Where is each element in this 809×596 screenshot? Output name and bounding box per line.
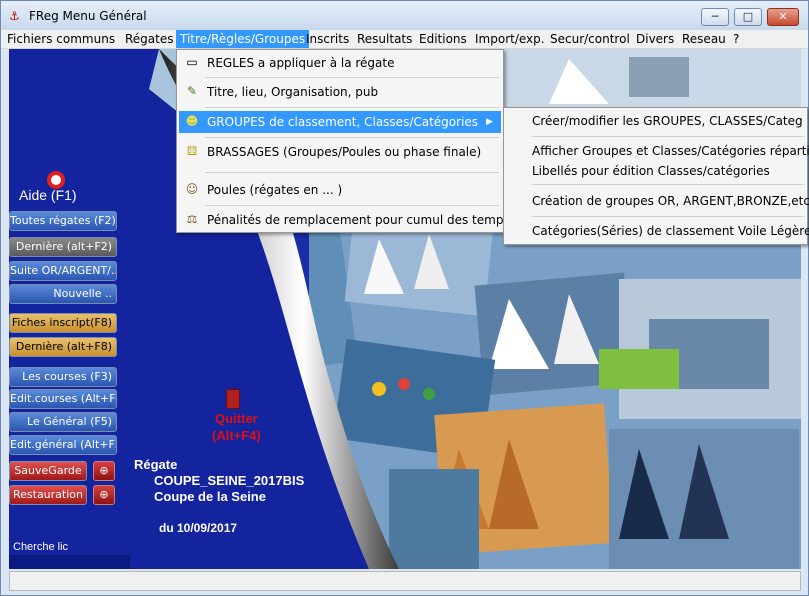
menu-separator [205,77,499,78]
menu-item-label: Poules (régates en ... ) [207,183,343,197]
menu-item-groupes[interactable]: ☻ GROUPES de classement, Classes/Catégor… [179,111,501,133]
close-button[interactable]: ✕ [767,8,799,26]
toutes-regates-button[interactable]: Toutes régates (F2) [9,211,117,231]
lifebuoy-small-icon[interactable]: ⊕ [93,461,115,481]
status-bar [9,571,801,591]
submenu-item-libelles[interactable]: Libellés pour édition Classes/catégories [532,164,770,178]
menu-reseau[interactable]: Reseau [682,32,726,46]
submenu-item-afficher-groupes[interactable]: Afficher Groupes et Classes/Catégories r… [532,144,809,158]
poules-icon: ☺ [185,182,199,196]
menu-editions[interactable]: Editions [419,32,467,46]
quit-button[interactable]: Quitter (Alt+F4) [209,389,269,447]
menu-item-label: Titre, lieu, Organisation, pub [207,85,379,99]
menu-resultats[interactable]: Resultats [357,32,412,46]
titre-regles-groupes-dropdown: ▭ REGLES a appliquer à la régate ✎ Titre… [176,49,510,233]
menu-secur-control[interactable]: Secur/control [550,32,630,46]
rules-icon: ▭ [186,55,198,69]
menu-item-label: BRASSAGES (Groupes/Poules ou phase final… [207,145,482,159]
menu-bar: Fichiers communs Régates Titre/Règles/Gr… [1,30,808,49]
fiches-inscript-button[interactable]: Fiches inscript(F8) [9,313,117,333]
menu-item-poules[interactable]: ☺ Poules (régates en ... ) [179,179,501,201]
sailboat-app-icon: ⚓ [9,9,20,23]
suite-or-argent-button[interactable]: Suite OR/ARGENT/.. [9,261,117,281]
main-window: ⚓ FReg Menu Général ─ □ ✕ Fichiers commu… [0,0,809,596]
menu-fichiers-communs[interactable]: Fichiers communs [7,32,115,46]
les-courses-button[interactable]: Les courses (F3) [9,367,117,387]
regatta-code: COUPE_SEINE_2017BIS [154,473,305,488]
menu-separator [532,136,804,137]
quit-icon [226,389,240,409]
pencil-icon: ✎ [186,84,198,98]
submenu-item-creer-groupes[interactable]: Créer/modifier les GROUPES, CLASSES/Cate… [532,114,803,128]
menu-inscrits[interactable]: Inscrits [306,32,349,46]
menu-separator [205,137,499,138]
groupes-submenu: Créer/modifier les GROUPES, CLASSES/Cate… [503,107,809,245]
submenu-item-groupes-or-argent[interactable]: Création de groupes OR, ARGENT,BRONZE,et… [532,194,809,208]
lifebuoy-small-icon[interactable]: ⊕ [93,485,115,505]
menu-separator [532,216,804,217]
maximize-button[interactable]: □ [734,8,762,26]
menu-separator [205,107,499,108]
nouvelle-button[interactable]: Nouvelle .. [9,284,117,304]
sauvegarde-button[interactable]: SauveGarde [9,461,87,481]
menu-regates[interactable]: Régates [125,32,174,46]
menu-item-penalites[interactable]: ⚖ Pénalités de remplacement pour cumul d… [179,209,510,231]
menu-item-label: REGLES a appliquer à la régate [207,56,395,70]
help-area[interactable]: Aide (F1) [17,171,97,205]
help-label: Aide (F1) [19,187,77,203]
restauration-button[interactable]: Restauration [9,485,87,505]
menu-item-label: GROUPES de classement, Classes/Catégorie… [207,115,479,129]
menu-separator [205,172,499,173]
menu-item-regles[interactable]: ▭ REGLES a appliquer à la régate [179,52,501,74]
menu-separator [532,184,804,185]
menu-item-titre-lieu[interactable]: ✎ Titre, lieu, Organisation, pub [179,81,501,103]
edit-courses-button[interactable]: Edit.courses (Alt+F3) [9,389,117,409]
menu-import-exp[interactable]: Import/exp. [475,32,545,46]
regatta-heading: Régate [134,457,178,472]
menu-item-brassages[interactable]: ⚄ BRASSAGES (Groupes/Poules ou phase fin… [179,141,501,163]
edit-general-button[interactable]: Edit.général (Alt+F5) [9,435,117,455]
regatta-name: Coupe de la Seine [154,489,266,504]
derniere-regate-button[interactable]: Dernière (alt+F2) [9,237,117,257]
title-bar: ⚓ FReg Menu Général ─ □ ✕ [1,1,808,31]
menu-item-label: Pénalités de remplacement pour cumul des… [207,213,510,227]
menu-help[interactable]: ? [733,32,739,46]
menu-separator [205,205,499,206]
scales-icon: ⚖ [186,212,198,226]
dice-icon: ⚄ [186,144,198,158]
quit-label: Quitter [215,411,258,426]
search-license-label: Cherche lic [13,541,69,553]
derniere-fiche-button[interactable]: Dernière (alt+F8) [9,337,117,357]
menu-titre-regles-groupes[interactable]: Titre/Règles/Groupes [176,30,310,48]
quit-shortcut: (Alt+F4) [212,428,261,443]
regatta-date: du 10/09/2017 [159,521,238,535]
submenu-arrow-icon: ▶ [486,117,493,127]
search-license-field[interactable] [9,555,130,569]
submenu-item-categories-voile[interactable]: Catégories(Séries) de classement Voile L… [532,224,809,238]
minimize-button[interactable]: ─ [701,8,729,26]
menu-divers[interactable]: Divers [636,32,674,46]
window-title: FReg Menu Général [29,9,147,23]
le-general-button[interactable]: Le Général (F5) [9,412,117,432]
groups-icon: ☻ [185,114,199,128]
